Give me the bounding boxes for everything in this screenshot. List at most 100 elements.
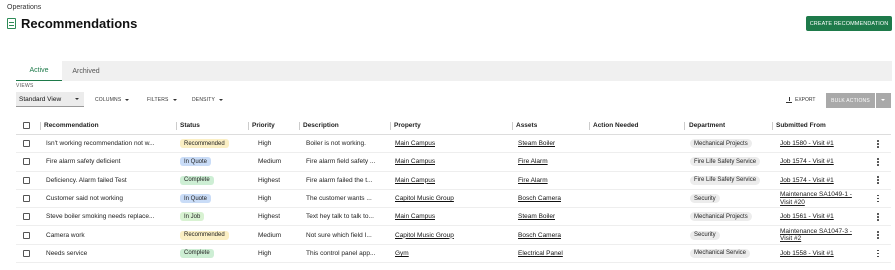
property-link[interactable]: Main Campus [395,213,435,220]
property-link[interactable]: Capitol Music Group [395,232,454,239]
property-link[interactable]: Main Campus [395,158,435,165]
more-vertical-icon[interactable] [877,194,879,203]
more-vertical-icon[interactable] [877,249,879,258]
asset-link[interactable]: Steam Boiler [518,213,555,220]
submitted-from-link[interactable]: Job 1558 - Visit #1 [780,250,834,257]
asset-link[interactable]: Electrical Panel [518,250,563,257]
property-cell: Main Campus [395,172,435,189]
asset-link[interactable]: Bosch Camera [518,232,561,239]
status-cell: In Job [180,208,205,225]
row-checkbox[interactable] [23,249,30,257]
submitted-from-cell: Maintenance SA1049-1 - Visit #20 [780,190,860,207]
column-header[interactable]: Action Needed [593,117,639,134]
export-label: EXPORT [795,97,816,103]
status-badge: Complete [180,248,214,258]
submitted-from-cell: Job 1558 - Visit #1 [780,245,860,262]
property-cell: Main Campus [395,135,435,152]
asset-link[interactable]: Bosch Camera [518,195,561,202]
more-vertical-icon[interactable] [877,158,879,166]
column-header[interactable]: Department [689,117,725,134]
status-cell: Recommended [180,135,229,152]
column-header[interactable]: Property [394,117,421,134]
submitted-from-link[interactable]: Maintenance SA1047-3 - Visit #2 [780,228,860,243]
row-checkbox[interactable] [23,213,30,221]
property-link[interactable]: Gym [395,250,409,257]
table-row[interactable]: Customer said not working In Quote High The… [16,190,891,209]
asset-link[interactable]: Fire Alarm [518,177,548,184]
column-header[interactable]: Status [180,117,200,134]
submitted-from-link[interactable]: Job 1574 - Visit #1 [780,158,834,165]
more-vertical-icon[interactable] [877,231,879,240]
columns-button[interactable]: COLUMNS [95,97,130,103]
more-vertical-icon[interactable] [877,176,879,185]
submitted-from-link[interactable]: Maintenance SA1049-1 - Visit #20 [780,191,860,206]
table-row[interactable]: Isn't working recommendation not w... Rec… [16,135,891,154]
description-cell: Boiler is not working. [306,140,366,148]
more-vertical-icon[interactable] [877,139,879,148]
recommendation-cell[interactable]: Customer said not working [46,190,172,207]
column-header[interactable]: Submitted From [776,117,826,134]
tab-active[interactable]: Active [16,61,62,81]
table-row[interactable]: Camera work Recommended Medium Not sure whi… [16,226,891,245]
view-select-value: Standard View [19,95,62,103]
description-cell: Not sure which field I... [306,231,372,239]
bulk-actions-button[interactable]: BULK ACTIONS [826,93,875,108]
recommendation-cell[interactable]: Needs service [46,245,172,262]
property-link[interactable]: Main Campus [395,177,435,184]
tab-archived[interactable]: Archived [62,61,110,81]
density-label: DENSITY [192,97,216,103]
recommendation-cell[interactable]: Isn't working recommendation not w... [46,135,172,152]
submitted-from-link[interactable]: Job 1574 - Visit #1 [780,177,834,184]
property-cell: Main Campus [395,153,435,170]
asset-link[interactable]: Fire Alarm [518,158,548,165]
row-checkbox[interactable] [23,140,30,148]
status-cell: In Quote [180,190,212,207]
submitted-from-cell: Maintenance SA1047-3 - Visit #2 [780,226,860,243]
department-cell: Fire Life Safety Service [690,172,761,189]
priority-cell: Highest [258,176,281,184]
recommendation-cell[interactable]: Deficiency. Alarm failed Test [46,172,172,189]
submitted-from-link[interactable]: Job 1561 - Visit #1 [780,213,834,220]
table-row[interactable]: Deficiency. Alarm failed Test Complete Hig… [16,172,891,190]
bulk-actions-menu-button[interactable] [876,93,891,108]
table-row[interactable]: Needs service Complete High This control pa… [16,245,891,264]
create-recommendation-button[interactable]: CREATE RECOMMENDATION [806,16,892,31]
submitted-from-link[interactable]: Job 1580 - Visit #1 [780,140,834,147]
download-icon [786,97,792,103]
filters-button[interactable]: FILTERS [147,97,177,103]
description-cell: The customer wants ... [306,195,372,203]
row-checkbox[interactable] [23,231,30,239]
assets-cell: Fire Alarm [518,172,548,189]
priority-cell: Highest [258,213,281,221]
recommendation-cell[interactable]: Camera work [46,226,172,243]
department-cell: Mechanical Service [690,245,751,262]
property-link[interactable]: Capitol Music Group [395,195,454,202]
table-row[interactable]: Steve boiler smoking needs replace... In … [16,208,891,227]
recommendation-cell[interactable]: Steve boiler smoking needs replace... [46,208,172,225]
asset-link[interactable]: Steam Boiler [518,140,555,147]
column-header[interactable]: Priority [252,117,275,134]
recommendation-cell[interactable]: Fire alarm safety deficient [46,153,172,170]
row-checkbox[interactable] [23,195,30,203]
column-header[interactable]: Recommendation [44,117,99,134]
breadcrumb[interactable]: Operations [7,4,41,11]
assets-cell: Fire Alarm [518,153,548,170]
status-cell: Recommended [180,226,229,243]
chevron-down-icon [219,99,224,101]
select-all-checkbox[interactable] [23,122,30,129]
density-button[interactable]: DENSITY [192,97,224,103]
department-chip: Mechanical Projects [690,212,752,222]
assets-cell: Bosch Camera [518,226,561,243]
column-header[interactable]: Description [303,117,339,134]
chevron-down-icon [75,98,79,100]
row-menu-cell [877,208,879,225]
table-row[interactable]: Fire alarm safety deficient In Quote Mediu… [16,153,891,172]
column-header[interactable]: Assets [516,117,537,134]
property-link[interactable]: Main Campus [395,140,435,147]
row-checkbox[interactable] [23,176,30,184]
view-select[interactable]: Standard View [16,92,84,107]
more-vertical-icon[interactable] [877,212,879,221]
export-button[interactable]: EXPORT [786,97,815,103]
row-checkbox[interactable] [23,158,30,166]
tab-bar: Active Archived [16,61,892,81]
